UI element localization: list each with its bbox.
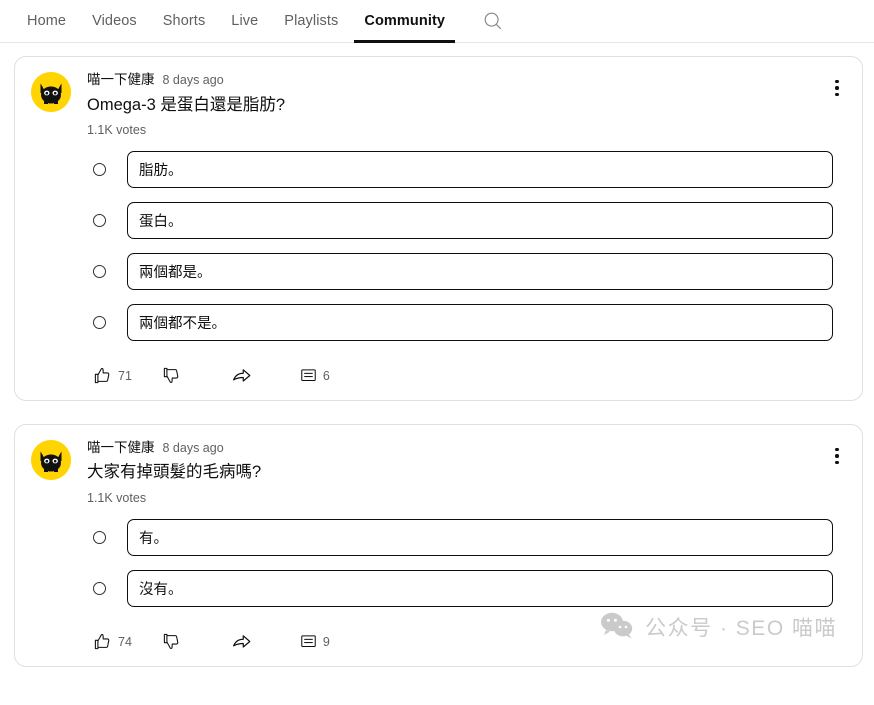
post-title: Omega-3 是蛋白還是脂肪? (87, 95, 286, 114)
post-title: 大家有掉頭髮的毛病嗎? (87, 463, 262, 482)
thumbs-up-icon (94, 368, 110, 384)
poll-option-label: 有。 (139, 530, 168, 547)
avatar[interactable] (31, 439, 71, 480)
post-timestamp: 8 days ago (162, 73, 224, 87)
poll-vote-count: 1.1K votes (87, 490, 147, 505)
channel-name[interactable]: 喵一下健康 (87, 73, 155, 87)
tab-playlists-label: Playlists (284, 13, 339, 29)
poll-option[interactable]: 沒有。 (127, 569, 833, 607)
tab-live[interactable]: Live (218, 0, 271, 43)
tab-home[interactable]: Home (14, 0, 79, 43)
tab-shorts[interactable]: Shorts (150, 0, 219, 43)
like-button[interactable]: 71 (93, 366, 132, 385)
poll-option-label: 兩個都不是。 (139, 315, 226, 332)
poll-radio[interactable] (93, 530, 106, 544)
share-icon (232, 369, 251, 382)
poll-vote-count: 1.1K votes (87, 122, 147, 137)
poll-row: 蛋白。 (31, 201, 846, 239)
share-button[interactable] (231, 631, 252, 652)
post-byline: 喵一下健康 8 days ago (87, 73, 846, 87)
search-icon[interactable] (480, 8, 506, 34)
like-count: 71 (118, 368, 132, 383)
tab-videos-label: Videos (92, 13, 137, 29)
like-count: 74 (118, 634, 132, 649)
more-vertical-icon[interactable] (824, 441, 850, 471)
poll-row: 脂肪。 (31, 150, 846, 188)
avatar[interactable] (31, 72, 71, 112)
poll: 脂肪。 蛋白。 兩個都是。 兩個都不是。 (31, 150, 846, 341)
poll-option-label: 沒有。 (139, 581, 183, 598)
poll-option-label: 兩個都是。 (139, 264, 212, 281)
tab-playlists[interactable]: Playlists (271, 0, 351, 43)
comment-button[interactable]: 9 (300, 633, 330, 650)
poll-option-label: 脂肪。 (139, 162, 183, 179)
poll-row: 沒有。 (31, 569, 846, 607)
poll-radio[interactable] (93, 264, 106, 278)
tab-live-label: Live (231, 13, 259, 29)
poll-radio[interactable] (93, 213, 106, 227)
poll-option[interactable]: 蛋白。 (127, 201, 833, 239)
post-action-bar: 74 9 (31, 628, 846, 656)
comment-count: 9 (322, 634, 330, 649)
poll: 有。 沒有。 (31, 518, 846, 607)
poll-radio[interactable] (93, 162, 106, 176)
comment-icon (301, 369, 316, 382)
tab-community-label: Community (364, 13, 446, 29)
like-button[interactable]: 74 (93, 632, 132, 651)
tab-videos[interactable]: Videos (79, 0, 150, 43)
community-feed: 喵一下健康 8 days ago Omega-3 是蛋白還是脂肪? 1.1K v… (0, 43, 874, 667)
tab-shorts-label: Shorts (162, 13, 206, 29)
poll-radio[interactable] (93, 581, 106, 595)
post-byline: 喵一下健康 8 days ago (87, 441, 846, 455)
poll-option-label: 蛋白。 (139, 213, 183, 230)
poll-row: 兩個都不是。 (31, 303, 846, 341)
thumbs-down-icon (163, 368, 179, 384)
share-button[interactable] (231, 365, 252, 386)
share-icon (232, 635, 251, 648)
more-vertical-icon[interactable] (824, 73, 850, 103)
comment-icon (301, 635, 316, 648)
poll-row: 兩個都是。 (31, 252, 846, 290)
thumbs-down-icon (163, 633, 179, 650)
channel-tab-bar: Home Videos Shorts Live Playlists Commun… (0, 0, 874, 43)
post-header: 喵一下健康 8 days ago 大家有掉頭髮的毛病嗎? 1.1K votes (31, 439, 846, 505)
poll-radio[interactable] (93, 315, 106, 329)
comment-button[interactable]: 6 (300, 367, 330, 384)
channel-name[interactable]: 喵一下健康 (87, 441, 155, 455)
tab-home-label: Home (27, 13, 67, 29)
poll-option[interactable]: 兩個都不是。 (127, 303, 833, 341)
thumbs-up-icon (94, 634, 110, 650)
community-post: 喵一下健康 8 days ago Omega-3 是蛋白還是脂肪? 1.1K v… (14, 56, 863, 401)
post-action-bar: 71 6 (31, 362, 846, 390)
community-post: 喵一下健康 8 days ago 大家有掉頭髮的毛病嗎? 1.1K votes … (14, 423, 863, 667)
dislike-button[interactable] (162, 632, 187, 651)
poll-option[interactable]: 兩個都是。 (127, 252, 833, 290)
post-timestamp: 8 days ago (162, 440, 224, 455)
tab-community[interactable]: Community (351, 0, 458, 43)
poll-row: 有。 (31, 518, 846, 556)
comment-count: 6 (322, 368, 330, 383)
poll-option[interactable]: 脂肪。 (127, 150, 833, 188)
post-header: 喵一下健康 8 days ago Omega-3 是蛋白還是脂肪? 1.1K v… (31, 72, 846, 137)
poll-option[interactable]: 有。 (127, 518, 833, 556)
dislike-button[interactable] (162, 366, 187, 385)
